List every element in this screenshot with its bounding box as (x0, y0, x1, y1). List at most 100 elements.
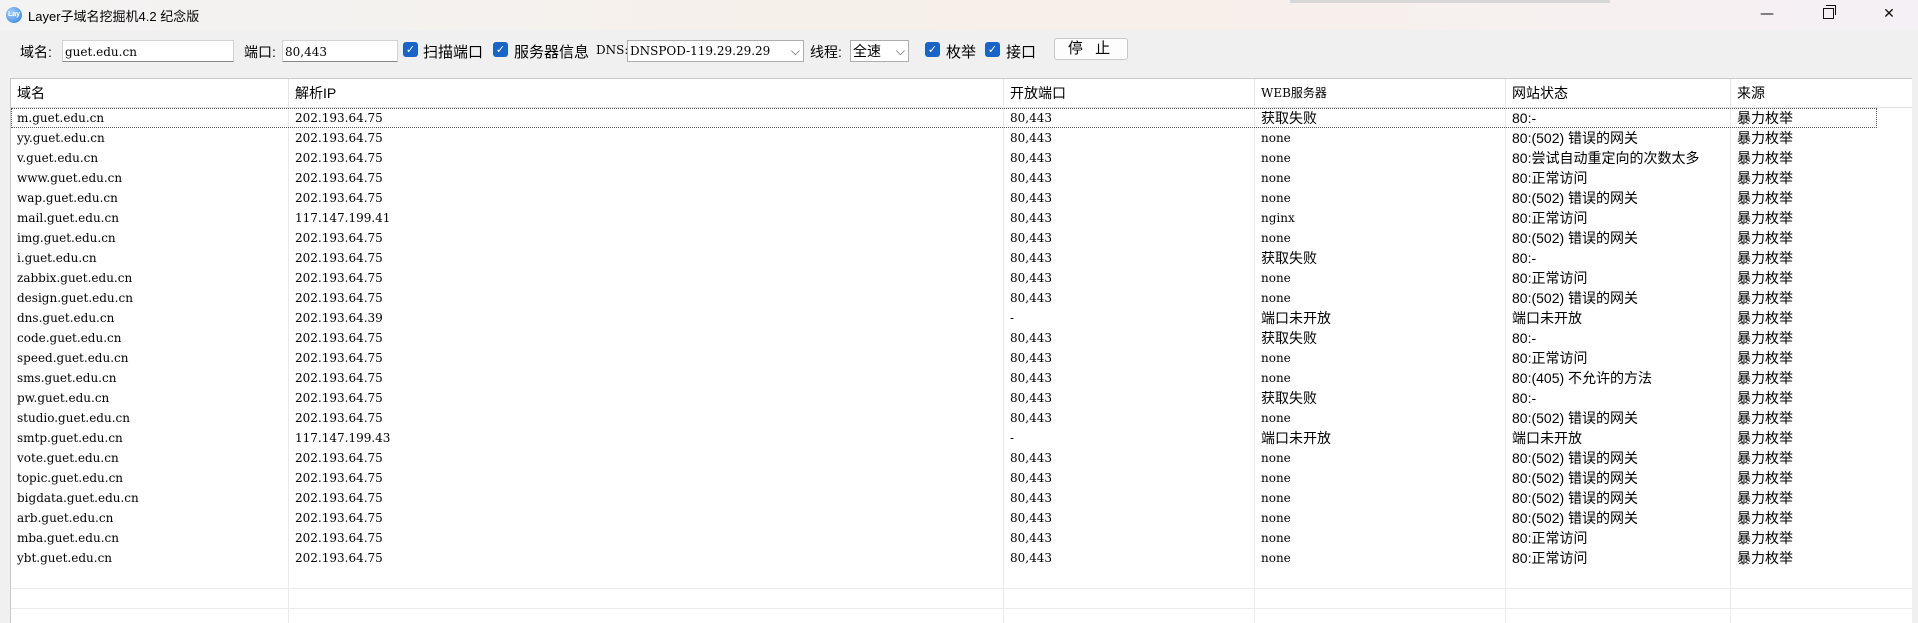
dns-select[interactable]: DNSPOD-119.29.29.29 ⌵ (627, 40, 804, 62)
scan-port-checkbox[interactable]: ✓ (403, 42, 418, 57)
server-info-label: 服务器信息 (514, 44, 590, 61)
cell-ip: 202.193.64.75 (295, 251, 383, 265)
cell-ports: - (1010, 311, 1015, 325)
cell-source: 暴力枚举 (1737, 410, 1793, 426)
cell-web-server: none (1261, 491, 1291, 505)
cell-web-server: none (1261, 411, 1291, 425)
cell-status: 80:- (1512, 330, 1537, 346)
table-row[interactable]: www.guet.edu.cn 202.193.64.75 80,443 none 80… (11, 168, 1912, 188)
table-row[interactable]: code.guet.edu.cn 202.193.64.75 80,443 获取失败 8… (11, 328, 1912, 348)
table-row[interactable]: zabbix.guet.edu.cn 202.193.64.75 80,443 non… (11, 268, 1912, 288)
cell-ip: 202.193.64.75 (295, 451, 383, 465)
stop-button[interactable]: 停 止 (1054, 38, 1128, 60)
table-row[interactable]: smtp.guet.edu.cn 117.147.199.43 - 端口未开放 端口未开… (11, 428, 1912, 448)
cell-domain: arb.guet.edu.cn (17, 511, 114, 525)
table-row[interactable]: img.guet.edu.cn 202.193.64.75 80,443 none 80… (11, 228, 1912, 248)
table-row[interactable]: i.guet.edu.cn 202.193.64.75 80,443 获取失败 80:-… (11, 248, 1912, 268)
api-checkbox[interactable]: ✓ (985, 42, 1000, 57)
enumerate-checkbox[interactable]: ✓ (925, 42, 940, 57)
table-row[interactable]: v.guet.edu.cn 202.193.64.75 80,443 none 80:尝… (11, 148, 1912, 168)
cell-ip: 202.193.64.75 (295, 111, 383, 125)
cell-status: 80:(502) 错误的网关 (1512, 290, 1639, 306)
column-header-status[interactable]: 网站状态 (1506, 79, 1731, 107)
cell-ports: - (1010, 431, 1015, 445)
cell-source: 暴力枚举 (1737, 510, 1793, 526)
cell-web-server: none (1261, 511, 1291, 525)
table-row[interactable]: dns.guet.edu.cn 202.193.64.39 - 端口未开放 端口未开放 暴… (11, 308, 1912, 328)
table-row[interactable]: speed.guet.edu.cn 202.193.64.75 80,443 none… (11, 348, 1912, 368)
port-input[interactable]: 80,443 (282, 40, 398, 62)
cell-ports: 80,443 (1010, 271, 1052, 285)
table-row[interactable]: pw.guet.edu.cn 202.193.64.75 80,443 获取失败 80:… (11, 388, 1912, 408)
cell-domain: pw.guet.edu.cn (17, 391, 110, 405)
cell-status: 80:(502) 错误的网关 (1512, 190, 1639, 206)
cell-domain: img.guet.edu.cn (17, 231, 116, 245)
minimize-icon: — (1760, 6, 1774, 22)
cell-domain: dns.guet.edu.cn (17, 311, 115, 325)
close-button[interactable]: ✕ (1866, 0, 1912, 30)
cell-status: 80:- (1512, 110, 1537, 126)
cell-ports: 80,443 (1010, 531, 1052, 545)
cell-source: 暴力枚举 (1737, 110, 1793, 126)
column-header-ports[interactable]: 开放端口 (1004, 79, 1255, 107)
cell-domain: bigdata.guet.edu.cn (17, 491, 139, 505)
table-row[interactable]: topic.guet.edu.cn 202.193.64.75 80,443 none… (11, 468, 1912, 488)
column-header-domain[interactable]: 域名 (11, 79, 289, 107)
cell-web-server: none (1261, 471, 1291, 485)
cell-ports: 80,443 (1010, 191, 1052, 205)
table-row[interactable]: design.guet.edu.cn 202.193.64.75 80,443 non… (11, 288, 1912, 308)
thread-select[interactable]: 全速 ⌵ (850, 40, 909, 62)
table-row[interactable]: wap.guet.edu.cn 202.193.64.75 80,443 none 80… (11, 188, 1912, 208)
cell-status: 80:正常访问 (1512, 210, 1588, 226)
chevron-down-icon: ⌵ (790, 44, 800, 58)
cell-web-server: none (1261, 451, 1291, 465)
cell-domain: mail.guet.edu.cn (17, 211, 119, 225)
column-header-ip[interactable]: 解析IP (289, 79, 1004, 107)
column-header-source[interactable]: 来源 (1731, 79, 1912, 107)
cell-ip: 202.193.64.75 (295, 191, 383, 205)
table-row[interactable]: ybt.guet.edu.cn 202.193.64.75 80,443 none 80… (11, 548, 1912, 568)
table-row[interactable]: sms.guet.edu.cn 202.193.64.75 80,443 none 80… (11, 368, 1912, 388)
cell-source: 暴力枚举 (1737, 270, 1793, 286)
maximize-button[interactable] (1805, 0, 1851, 30)
cell-status: 端口未开放 (1512, 310, 1582, 326)
cell-source: 暴力枚举 (1737, 190, 1793, 206)
cell-ports: 80,443 (1010, 511, 1052, 525)
thread-select-value: 全速 (853, 43, 881, 59)
cell-domain: zabbix.guet.edu.cn (17, 271, 133, 285)
table-row[interactable]: mba.guet.edu.cn 202.193.64.75 80,443 none 80… (11, 528, 1912, 548)
cell-ports: 80,443 (1010, 131, 1052, 145)
cell-status: 80:尝试自动重定向的次数太多 (1512, 150, 1700, 166)
cell-web-server: none (1261, 531, 1291, 545)
cell-ip: 202.193.64.75 (295, 271, 383, 285)
table-row[interactable]: mail.guet.edu.cn 117.147.199.41 80,443 ngin… (11, 208, 1912, 228)
minimize-button[interactable]: — (1744, 0, 1790, 30)
results-grid[interactable]: 域名 解析IP 开放端口 WEB服务器 网站状态 来源 m.guet.edu.c… (10, 78, 1912, 623)
cell-ports: 80,443 (1010, 231, 1052, 245)
table-row[interactable]: m.guet.edu.cn 202.193.64.75 80,443 获取失败 80:-… (11, 108, 1877, 128)
cell-source: 暴力枚举 (1737, 230, 1793, 246)
cell-ip: 202.193.64.75 (295, 531, 383, 545)
table-row[interactable]: yy.guet.edu.cn 202.193.64.75 80,443 none 80:… (11, 128, 1912, 148)
column-header-web-server[interactable]: WEB服务器 (1255, 79, 1506, 107)
vertical-scrollbar[interactable] (1913, 78, 1918, 623)
cell-status: 80:正常访问 (1512, 270, 1588, 286)
cell-status: 80:(502) 错误的网关 (1512, 130, 1639, 146)
cell-web-server: none (1261, 171, 1291, 185)
overlay-shadow (1290, 0, 1610, 3)
domain-input[interactable]: guet.edu.cn (62, 40, 234, 62)
table-row[interactable]: bigdata.guet.edu.cn 202.193.64.75 80,443 no… (11, 488, 1912, 508)
cell-status: 端口未开放 (1512, 430, 1582, 446)
cell-ports: 80,443 (1010, 251, 1052, 265)
cell-source: 暴力枚举 (1737, 290, 1793, 306)
cell-web-server: none (1261, 551, 1291, 565)
cell-domain: speed.guet.edu.cn (17, 351, 129, 365)
server-info-checkbox[interactable]: ✓ (493, 42, 508, 57)
table-row[interactable]: studio.guet.edu.cn 202.193.64.75 80,443 non… (11, 408, 1912, 428)
cell-ip: 202.193.64.75 (295, 471, 383, 485)
cell-web-server: 获取失败 (1261, 110, 1317, 126)
table-row[interactable]: vote.guet.edu.cn 202.193.64.75 80,443 none 8… (11, 448, 1912, 468)
table-row[interactable]: arb.guet.edu.cn 202.193.64.75 80,443 none 80… (11, 508, 1912, 528)
restore-icon (1822, 5, 1836, 19)
cell-web-server: 获取失败 (1261, 330, 1317, 346)
